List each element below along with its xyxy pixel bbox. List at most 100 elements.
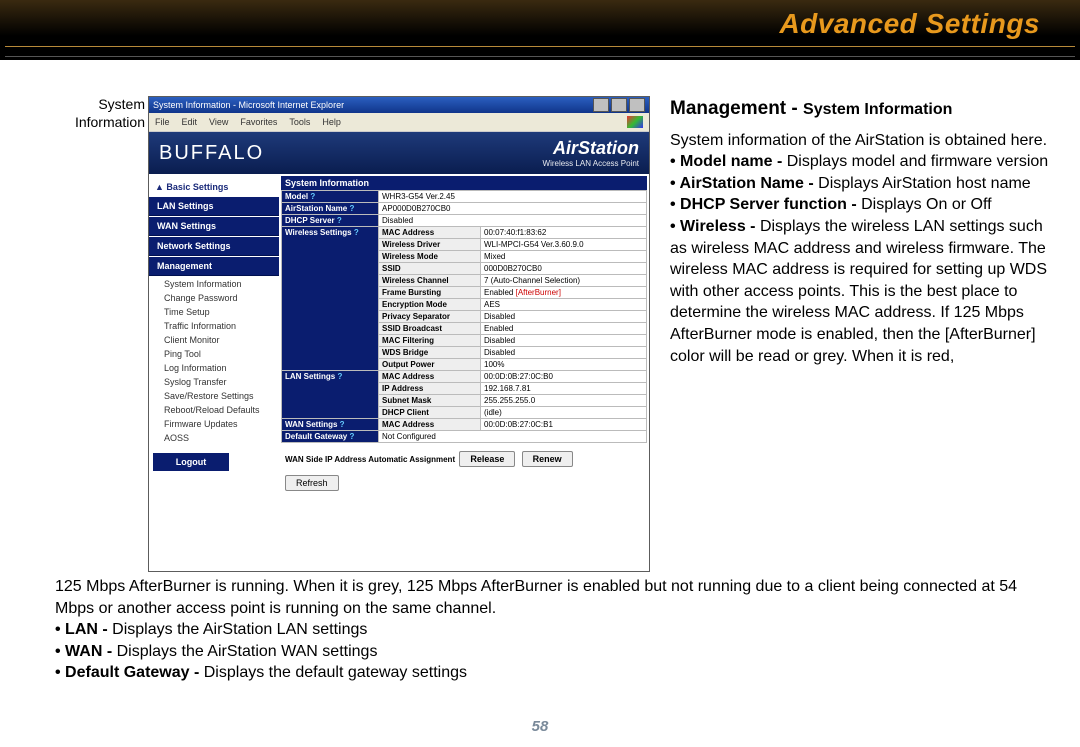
logout-button[interactable]: Logout: [153, 453, 229, 471]
sub-value: 00:0D:0B:27:0C:B1: [481, 419, 647, 431]
sub-value: Disabled: [481, 335, 647, 347]
sub-value: AES: [481, 299, 647, 311]
sub-label: MAC Address: [379, 227, 481, 239]
row-value: Not Configured: [379, 431, 647, 443]
windows-flag-icon: [627, 116, 643, 128]
bullet-airstation-name: • AirStation Name - Displays AirStation …: [670, 173, 1050, 195]
window-titlebar: System Information - Microsoft Internet …: [149, 97, 649, 113]
row-value: Disabled: [379, 215, 647, 227]
sidebar-network[interactable]: Network Settings: [149, 237, 279, 256]
sub-value: Enabled [AfterBurner]: [481, 287, 647, 299]
bullet-wan: • WAN - Displays the AirStation WAN sett…: [55, 641, 1040, 663]
sidebar-traffic[interactable]: Traffic Information: [149, 319, 279, 333]
sub-label: MAC Address: [379, 419, 481, 431]
row-label: Default Gateway ?: [282, 431, 379, 443]
sidebar-reboot[interactable]: Reboot/Reload Defaults: [149, 403, 279, 417]
sub-value: Disabled: [481, 347, 647, 359]
bullet-dhcp: • DHCP Server function - Displays On or …: [670, 194, 1050, 216]
sub-label: SSID Broadcast: [379, 323, 481, 335]
wireless-continued: 125 Mbps AfterBurner is running. When it…: [55, 576, 1040, 619]
content-area: System Information Model ?WHR3-G54 Ver.2…: [279, 174, 649, 572]
menu-edit[interactable]: Edit: [182, 117, 198, 127]
sidebar-client[interactable]: Client Monitor: [149, 333, 279, 347]
sub-value: Mixed: [481, 251, 647, 263]
sub-label: Frame Bursting: [379, 287, 481, 299]
menu-view[interactable]: View: [209, 117, 228, 127]
bullet-wireless: • Wireless - Displays the wireless LAN s…: [670, 216, 1050, 367]
product-subtitle: Wireless LAN Access Point: [543, 159, 639, 168]
sidebar-lan[interactable]: LAN Settings: [149, 197, 279, 216]
figure-caption: System Information: [65, 96, 145, 131]
window-title: System Information - Microsoft Internet …: [153, 100, 344, 110]
sidebar-ping[interactable]: Ping Tool: [149, 347, 279, 361]
sidebar-wan[interactable]: WAN Settings: [149, 217, 279, 236]
sidebar-aoss[interactable]: AOSS: [149, 431, 279, 445]
sub-value: 00:07:40:f1:83:62: [481, 227, 647, 239]
page-number: 58: [0, 718, 1080, 735]
sub-label: Wireless Channel: [379, 275, 481, 287]
sub-value: 00:0D:0B:27:0C:B0: [481, 371, 647, 383]
sub-value: Disabled: [481, 311, 647, 323]
sub-label: Wireless Mode: [379, 251, 481, 263]
bullet-model: • Model name - Displays model and firmwa…: [670, 151, 1050, 173]
sidebar-management[interactable]: Management: [149, 257, 279, 276]
sub-label: MAC Address: [379, 371, 481, 383]
menu-favorites[interactable]: Favorites: [240, 117, 277, 127]
wan-auto-label: WAN Side IP Address Automatic Assignment: [285, 455, 455, 464]
sub-value: (idle): [481, 407, 647, 419]
renew-button[interactable]: Renew: [522, 451, 573, 467]
intro-text: System information of the AirStation is …: [670, 130, 1050, 152]
sidebar: ▲ Basic Settings LAN Settings WAN Settin…: [149, 174, 279, 572]
sub-label: Wireless Driver: [379, 239, 481, 251]
product-name: AirStation: [543, 138, 639, 159]
lower-text: 125 Mbps AfterBurner is running. When it…: [55, 576, 1040, 684]
sub-value: 7 (Auto-Channel Selection): [481, 275, 647, 287]
refresh-button[interactable]: Refresh: [285, 475, 339, 491]
row-label: Model ?: [282, 191, 379, 203]
menu-help[interactable]: Help: [322, 117, 341, 127]
sidebar-syslog[interactable]: Syslog Transfer: [149, 375, 279, 389]
header-band: Advanced Settings: [0, 0, 1080, 60]
sub-label: Subnet Mask: [379, 395, 481, 407]
maximize-button[interactable]: [611, 98, 627, 112]
group-label: WAN Settings ?: [282, 419, 379, 431]
menu-file[interactable]: File: [155, 117, 170, 127]
minimize-button[interactable]: [593, 98, 609, 112]
menu-tools[interactable]: Tools: [289, 117, 310, 127]
sidebar-time[interactable]: Time Setup: [149, 305, 279, 319]
sidebar-sysinfo[interactable]: System Information: [149, 277, 279, 291]
info-table: Model ?WHR3-G54 Ver.2.45AirStation Name …: [281, 190, 647, 443]
row-label: AirStation Name ?: [282, 203, 379, 215]
row-label: DHCP Server ?: [282, 215, 379, 227]
sidebar-saverestore[interactable]: Save/Restore Settings: [149, 389, 279, 403]
sub-label: DHCP Client: [379, 407, 481, 419]
sub-value: WLI-MPCI-G54 Ver.3.60.9.0: [481, 239, 647, 251]
browser-menu: File Edit View Favorites Tools Help: [149, 113, 649, 132]
sub-value: 192.168.7.81: [481, 383, 647, 395]
group-label: LAN Settings ?: [282, 371, 379, 419]
sidebar-firmware[interactable]: Firmware Updates: [149, 417, 279, 431]
bullet-lan: • LAN - Displays the AirStation LAN sett…: [55, 619, 1040, 641]
sub-value: Enabled: [481, 323, 647, 335]
sub-label: WDS Bridge: [379, 347, 481, 359]
row-value: AP000D0B270CB0: [379, 203, 647, 215]
group-label: Wireless Settings ?: [282, 227, 379, 371]
page-title: Advanced Settings: [779, 8, 1040, 40]
section-title: System Information: [281, 176, 647, 190]
sidebar-changepw[interactable]: Change Password: [149, 291, 279, 305]
screenshot-figure: System Information - Microsoft Internet …: [148, 96, 650, 572]
section-heading: Management - System Information: [670, 96, 1050, 122]
description-column: Management - System Information System i…: [670, 96, 1050, 367]
release-button[interactable]: Release: [459, 451, 515, 467]
sub-label: SSID: [379, 263, 481, 275]
row-value: WHR3-G54 Ver.2.45: [379, 191, 647, 203]
close-button[interactable]: [629, 98, 645, 112]
sub-value: 000D0B270CB0: [481, 263, 647, 275]
sub-label: Privacy Separator: [379, 311, 481, 323]
sub-value: 100%: [481, 359, 647, 371]
brand-logo: BUFFALO: [159, 142, 264, 165]
sub-label: Output Power: [379, 359, 481, 371]
sub-value: 255.255.255.0: [481, 395, 647, 407]
sidebar-log[interactable]: Log Information: [149, 361, 279, 375]
sidebar-head-basic[interactable]: ▲ Basic Settings: [149, 178, 279, 196]
